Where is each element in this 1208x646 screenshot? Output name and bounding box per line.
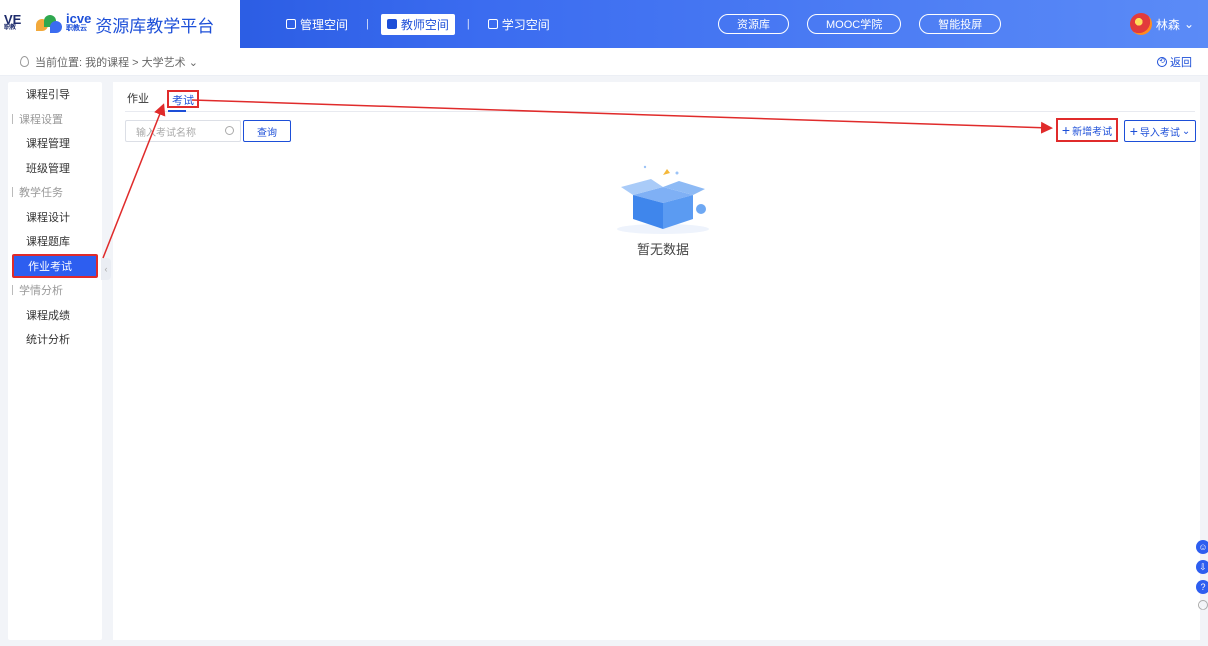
nav-separator: | (366, 18, 369, 30)
sidebar: 课程引导 课程设置 课程管理 班级管理 教学任务 课程设计 课程题库 作业考试 … (8, 82, 102, 640)
mooc-college-link[interactable]: MOOC学院 (807, 14, 902, 34)
import-exam-button[interactable]: + 导入考试 ⌄ (1124, 120, 1196, 142)
sidebar-item-homework-exam[interactable]: 作业考试 (12, 253, 98, 278)
sidebar-item-course-grades[interactable]: 课程成绩 (8, 303, 102, 328)
icve-logo-text: icve (66, 11, 92, 26)
sidebar-item-question-bank[interactable]: 课程题库 (8, 229, 102, 254)
tab-bar: 作业 考试 (125, 90, 199, 108)
avatar (1129, 13, 1152, 35)
nav-item-label: 学习空间 (501, 17, 550, 32)
breadcrumb: 当前位置: 我的课程 > 大学艺术 ⌄ ⟲ 返回 (0, 48, 1208, 76)
space-nav: 管理空间 | 教师空间 | 学习空间 (280, 0, 556, 48)
main-content: 作业 考试 输入考试名称 查询 + 新增考试 + 导入考试 ⌄ 暂无数据 (113, 82, 1200, 640)
location-pin-icon (20, 56, 29, 67)
sidebar-group-learning-analysis: 学情分析 (8, 278, 102, 303)
sidebar-item-class-management[interactable]: 班级管理 (8, 156, 102, 181)
import-exam-label: 导入考试 (1139, 127, 1180, 139)
sidebar-group-course-settings: 课程设置 (8, 107, 102, 132)
logo-mark: VE 职教 (4, 12, 36, 33)
empty-box-icon (617, 165, 709, 234)
logo-block[interactable]: VE 职教 icve 职教云 资源库教学平台 (0, 0, 240, 48)
user-name: 林森 (1155, 17, 1180, 32)
sidebar-item-course-management[interactable]: 课程管理 (8, 131, 102, 156)
nav-item-label: 管理空间 (300, 17, 349, 32)
sidebar-item-statistics[interactable]: 统计分析 (8, 327, 102, 352)
floating-toolbar: ☺ ⇩ ? ◦ (1192, 540, 1208, 613)
chevron-down-icon: ⌄ (1181, 125, 1191, 137)
smart-screen-link[interactable]: 智能投屏 (919, 14, 1002, 34)
customer-service-icon[interactable]: ☺ (1196, 540, 1208, 554)
empty-state: 暂无数据 (603, 157, 723, 257)
back-icon: ⟲ (1157, 57, 1167, 67)
sidebar-item-course-guide[interactable]: 课程引导 (8, 82, 102, 107)
nav-item-label: 教师空间 (400, 17, 449, 32)
plus-icon: + (1129, 123, 1138, 139)
space-icon (487, 19, 498, 29)
nav-management-space[interactable]: 管理空间 (280, 14, 354, 35)
back-button[interactable]: ⟲ 返回 (1157, 54, 1192, 70)
breadcrumb-text[interactable]: 当前位置: 我的课程 > 大学艺术 ⌄ (35, 54, 198, 70)
sidebar-item-course-design[interactable]: 课程设计 (8, 205, 102, 230)
exam-search-input[interactable]: 输入考试名称 (125, 120, 241, 142)
platform-title: 资源库教学平台 (95, 16, 215, 36)
search-icon (225, 126, 234, 135)
sidebar-group-teaching-tasks: 教学任务 (8, 180, 102, 205)
empty-text: 暂无数据 (636, 242, 689, 257)
nav-separator: | (466, 18, 470, 30)
nav-teacher-space[interactable]: 教师空间 (380, 13, 455, 35)
header-pill-links: 资源库 MOOC学院 智能投屏 (718, 0, 1002, 48)
back-label: 返回 (1170, 57, 1192, 69)
resource-library-link[interactable]: 资源库 (718, 14, 789, 34)
leaf-logo-icon (36, 15, 62, 33)
user-menu[interactable]: 林森 ⌄ (1129, 0, 1194, 48)
logo-left-sub: 职教 (4, 25, 17, 31)
tab-divider (125, 111, 1195, 112)
plus-icon: + (1061, 122, 1071, 138)
tab-exam[interactable]: 考试 (167, 90, 199, 108)
query-button[interactable]: 查询 (243, 120, 291, 142)
space-icon (386, 19, 397, 29)
add-exam-label: 新增考试 (1072, 126, 1113, 138)
space-icon (286, 19, 296, 29)
logo-left-text: VE (4, 12, 22, 27)
back-to-top-icon[interactable]: ◦ (1198, 600, 1208, 613)
chevron-down-icon: ⌄ (1183, 17, 1194, 31)
nav-learning-space[interactable]: 学习空间 (482, 14, 556, 35)
icve-logo: icve 职教云 (66, 11, 92, 34)
tab-active-indicator (168, 110, 186, 112)
download-icon[interactable]: ⇩ (1196, 560, 1208, 574)
icve-logo-sub: 职教云 (66, 25, 87, 32)
add-exam-button[interactable]: + 新增考试 (1056, 118, 1118, 142)
help-icon[interactable]: ? (1196, 580, 1208, 594)
top-header: VE 职教 icve 职教云 资源库教学平台 管理空间 | 教师空间 | 学习空… (0, 0, 1208, 48)
sidebar-collapse-handle[interactable]: ‹ (101, 258, 111, 280)
search-placeholder: 输入考试名称 (136, 127, 196, 139)
tab-homework[interactable]: 作业 (125, 90, 151, 108)
